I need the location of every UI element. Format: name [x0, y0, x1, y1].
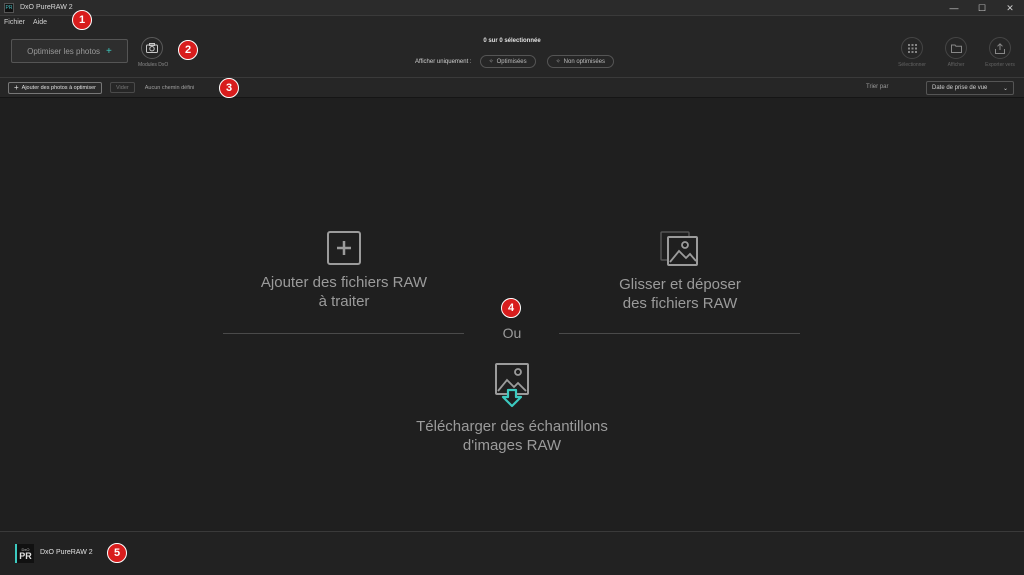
maximize-button[interactable]: ☐	[968, 0, 996, 16]
drag-drop-line1: Glisser et déposer	[619, 276, 741, 293]
right-actions: Sélectionner Afficher Exporter vers	[888, 37, 1020, 68]
app-logo: DxO PR	[15, 544, 34, 563]
footer-app-name: DxO PureRAW 2	[40, 549, 93, 556]
filter-optimized-label: Optimisées	[496, 58, 527, 65]
filter-optimized-toggle[interactable]: ✧ Optimisées	[479, 55, 536, 68]
menu-fichier[interactable]: Fichier	[4, 19, 25, 26]
drag-drop-card: Glisser et déposer des fichiers RAW	[570, 231, 790, 313]
optimize-photos-label: Optimiser les photos	[27, 46, 101, 56]
annotation-badge-1: 1	[72, 10, 92, 30]
add-files-line1: Ajouter des fichiers RAW	[260, 274, 428, 291]
images-icon	[660, 231, 698, 266]
sparkle-icon: ✧	[488, 59, 494, 65]
filter-row: Afficher uniquement : ✧ Optimisées ✧ Non…	[415, 55, 625, 68]
main-toolbar: Optimiser les photos + Modules DxO 0 sur…	[0, 28, 1024, 78]
menu-aide[interactable]: Aide	[33, 19, 47, 26]
drag-drop-line2: des fichiers RAW	[622, 295, 738, 312]
select-button[interactable]: Sélectionner	[892, 37, 932, 68]
minimize-button[interactable]: —	[940, 0, 968, 16]
sort-value: Date de prise de vue	[932, 85, 988, 91]
filter-label: Afficher uniquement :	[415, 58, 472, 65]
selection-count: 0 sur 0 sélectionnée	[483, 38, 541, 44]
menu-bar: Fichier Aide	[0, 16, 1024, 28]
add-photos-button[interactable]: + Ajouter des photos à optimiser	[8, 81, 102, 94]
chevron-down-icon: ⌄	[1002, 85, 1008, 92]
folder-icon	[945, 37, 967, 59]
divider-left	[223, 333, 464, 334]
title-bar: PR DxO PureRAW 2 — ☐ ✕	[0, 0, 1024, 16]
add-photos-label: Ajouter des photos à optimiser	[21, 84, 96, 91]
divider-right	[559, 333, 800, 334]
export-icon	[989, 37, 1011, 59]
filter-not-optimized-label: Non optimisées	[563, 58, 606, 65]
or-label: Ou	[502, 325, 522, 341]
sparkle-icon: ✧	[555, 59, 561, 65]
window-title: DxO PureRAW 2	[20, 4, 73, 11]
show-button[interactable]: Afficher	[936, 37, 976, 68]
annotation-badge-4: 4	[501, 298, 521, 318]
annotation-badge-5: 5	[107, 543, 127, 563]
download-image-icon	[495, 363, 529, 408]
grid-icon	[901, 37, 923, 59]
add-raw-files-card[interactable]: Ajouter des fichiers RAW à traiter	[236, 231, 452, 311]
annotation-badge-2: 2	[178, 40, 198, 60]
download-line1: Télécharger des échantillons	[416, 418, 608, 435]
plus-icon: +	[14, 83, 19, 92]
window-controls: — ☐ ✕	[940, 0, 1024, 16]
export-button[interactable]: Exporter vers	[980, 37, 1020, 68]
annotation-badge-3: 3	[219, 78, 239, 98]
status-footer: DxO PR DxO PureRAW 2	[0, 531, 1024, 575]
filter-not-optimized-toggle[interactable]: ✧ Non optimisées	[546, 55, 615, 68]
app-icon: PR	[4, 2, 14, 13]
export-caption: Exporter vers	[985, 62, 1015, 68]
download-samples-link[interactable]: Télécharger des échantillons d'images RA…	[387, 363, 637, 455]
logo-mark: PR	[19, 550, 32, 561]
select-caption: Sélectionner	[898, 62, 926, 68]
sort-label: Trier par	[866, 84, 889, 90]
modules-caption: Modules DxO	[138, 62, 169, 68]
output-path-label: Aucun chemin défini	[144, 84, 195, 91]
download-line2: d'images RAW	[462, 437, 562, 454]
clear-button[interactable]: Vider	[109, 82, 135, 93]
close-button[interactable]: ✕	[996, 0, 1024, 16]
secondary-toolbar: + Ajouter des photos à optimiser Vider A…	[0, 78, 1024, 98]
add-file-icon	[327, 231, 361, 265]
show-caption: Afficher	[947, 62, 965, 68]
plus-icon: +	[106, 45, 112, 57]
add-files-line2: à traiter	[318, 293, 370, 310]
sort-select[interactable]: Date de prise de vue ⌄	[926, 81, 1014, 95]
